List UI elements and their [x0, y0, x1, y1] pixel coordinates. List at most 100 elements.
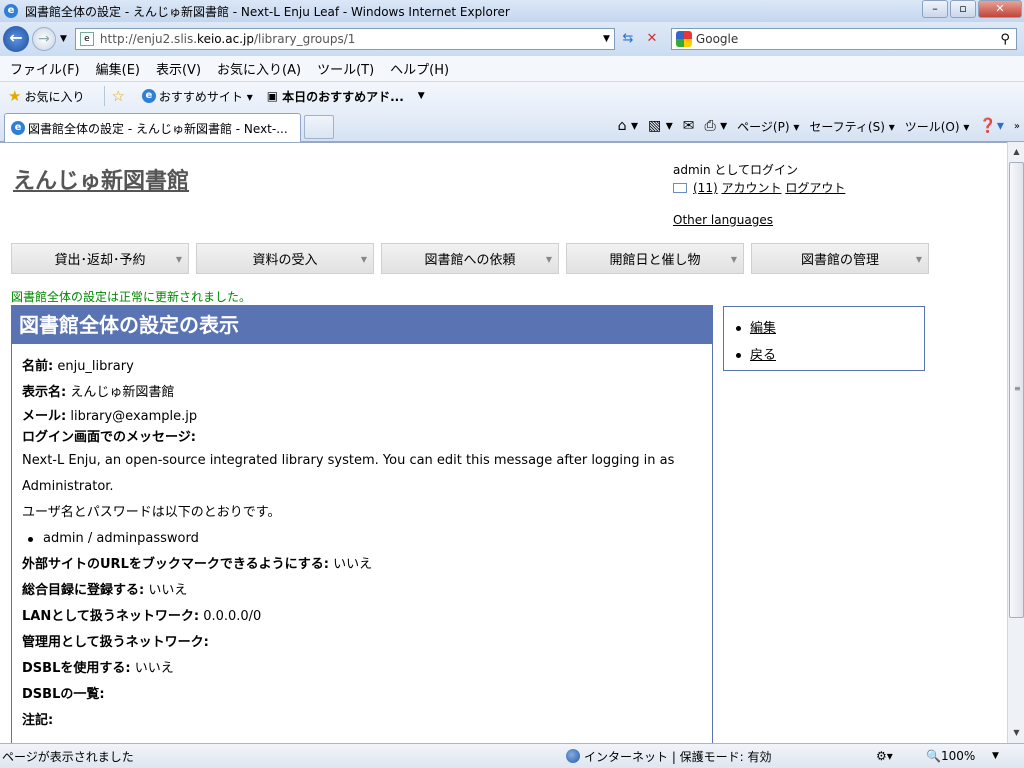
field-dsbl: DSBLを使用する: いいえ — [22, 656, 702, 682]
protected-mode-icon[interactable]: ⚙▾ — [876, 749, 893, 763]
dsbl-value: いいえ — [134, 661, 174, 676]
help-icon[interactable]: ❓▾ — [979, 118, 1003, 134]
window-title-bar: e 図書館全体の設定 - えんじゅ新図書館 - Next-L Enju Leaf… — [0, 0, 1024, 22]
field-email: メール: library@example.jp — [22, 406, 702, 428]
new-tab-button[interactable] — [304, 115, 334, 139]
ie-icon: e — [141, 89, 156, 103]
zoom-dropdown-icon[interactable]: ▼ — [992, 751, 999, 761]
scroll-up-icon[interactable]: ▲ — [1009, 144, 1024, 160]
field-bookmark: 外部サイトのURLをブックマークできるようにする: いいえ — [22, 552, 702, 578]
status-bar: ページが表示されました インターネット | 保護モード: 有効 ⚙▾ 🔍100%… — [0, 743, 1024, 768]
nav-requests[interactable]: 図書館への依頼 ▼ — [381, 243, 559, 274]
sidebar-actions: 編集 戻る — [723, 306, 925, 371]
nav-events[interactable]: 開館日と催し物 ▼ — [566, 243, 744, 274]
login-message-line1: Next-L Enju, an open-source integrated l… — [22, 453, 675, 468]
command-bar: ⌂ ▾ ▧ ▾ ✉ ⎙ ▾ ページ(P) ▾ セーフティ(S) ▾ ツール(O)… — [608, 114, 1020, 138]
nav-circulation[interactable]: 貸出･返却･予約 ▼ — [11, 243, 189, 274]
page-menu[interactable]: ページ(P) ▾ — [737, 118, 799, 135]
vertical-scrollbar[interactable]: ▲ ≡ ▼ — [1007, 142, 1024, 743]
login-message-line3: ユーザ名とパスワードは以下のとおりです。 — [22, 505, 281, 520]
url-text[interactable]: http://enju2.slis.keio.ac.jp/library_gro… — [100, 32, 355, 46]
dsbl-list-label: DSBLの一覧: — [22, 687, 105, 702]
maximize-button[interactable]: ▫ — [950, 0, 976, 18]
address-bar[interactable]: e http://enju2.slis.keio.ac.jp/library_g… — [74, 28, 615, 50]
google-icon — [675, 31, 692, 47]
chevron-right-icon[interactable]: » — [1014, 121, 1020, 132]
note-label: 注記: — [22, 713, 54, 728]
chevron-down-icon: ▼ — [360, 255, 367, 264]
chevron-down-icon: ▼ — [175, 255, 182, 264]
back-button[interactable]: ← — [3, 26, 29, 52]
edit-link[interactable]: 編集 — [750, 315, 776, 342]
login-status: admin としてログイン — [673, 163, 799, 177]
messages-link[interactable]: (11) — [693, 181, 718, 195]
field-login-message-label: ログイン画面でのメッセージ: — [22, 428, 702, 448]
menu-tools[interactable]: ツール(T) — [317, 59, 374, 78]
login-box: admin としてログイン (11) アカウント ログアウト — [673, 161, 845, 197]
tools-menu[interactable]: ツール(O) ▾ — [905, 118, 970, 135]
other-languages-link[interactable]: Other languages — [673, 213, 773, 227]
logout-link[interactable]: ログアウト — [785, 181, 845, 195]
zoom-level[interactable]: 🔍100% — [926, 749, 975, 763]
site-title-link[interactable]: えんじゅ新図書館 — [13, 163, 189, 195]
menu-edit[interactable]: 編集(E) — [96, 59, 140, 78]
search-icon[interactable]: ⚲ — [1000, 32, 1010, 47]
display-name-label: 表示名: — [22, 385, 67, 400]
menu-help[interactable]: ヘルプ(H) — [390, 59, 449, 78]
globe-icon — [566, 749, 580, 763]
bookmark-value: いいえ — [333, 557, 373, 572]
back-link[interactable]: 戻る — [750, 342, 776, 369]
favorites-button[interactable]: ★ お気に入り — [8, 87, 84, 105]
tab-current[interactable]: e 図書館全体の設定 - えんじゅ新図書館 - Next-... — [4, 113, 301, 142]
page-heading: 図書館全体の設定の表示 — [12, 306, 712, 344]
sidebar-item-edit: 編集 — [736, 315, 924, 342]
envelope-icon — [673, 183, 687, 193]
status-message: ページが表示されました — [2, 749, 134, 764]
history-dropdown-icon[interactable]: ▼ — [60, 34, 67, 44]
menu-favorites[interactable]: お気に入り(A) — [217, 59, 301, 78]
union-catalog-label: 総合目録に登録する: — [22, 583, 145, 598]
main-navigation: 貸出･返却･予約 ▼ 資料の受入 ▼ 図書館への依頼 ▼ 開館日と催し物 ▼ 図書館の管… — [11, 243, 936, 274]
menu-file[interactable]: ファイル(F) — [10, 59, 80, 78]
scroll-thumb[interactable]: ≡ — [1009, 162, 1024, 618]
zoom-value: 100% — [940, 749, 976, 763]
safety-menu[interactable]: セーフティ(S) ▾ — [809, 118, 894, 135]
scroll-down-icon[interactable]: ▼ — [1009, 725, 1024, 741]
account-link[interactable]: アカウント — [721, 181, 781, 195]
field-admin-network: 管理用として扱うネットワーク: — [22, 630, 702, 656]
minimize-button[interactable]: – — [922, 0, 948, 18]
security-zone[interactable]: インターネット | 保護モード: 有効 — [566, 748, 772, 765]
page-icon: e — [79, 32, 94, 46]
field-name: 名前: enju_library — [22, 354, 702, 380]
nav-requests-label: 図書館への依頼 — [424, 253, 516, 268]
search-box[interactable]: Google ⚲ — [670, 28, 1017, 50]
print-icon[interactable]: ⎙ ▾ — [704, 118, 727, 134]
display-name-value: えんじゅ新図書館 — [70, 385, 175, 400]
zone-text: インターネット | 保護モード: 有効 — [584, 749, 772, 764]
tab-ie-icon: e — [11, 121, 25, 135]
add-favorites-button[interactable]: ☆ — [111, 87, 127, 105]
menu-bar: ファイル(F) 編集(E) 表示(V) お気に入り(A) ツール(T) ヘルプ(… — [0, 56, 1024, 82]
content-panel: 図書館全体の設定の表示 名前: enju_library 表示名: えんじゅ新図… — [11, 305, 713, 743]
email-value: library@example.jp — [70, 409, 198, 424]
union-catalog-value: いいえ — [148, 583, 188, 598]
mail-icon[interactable]: ✉ — [683, 118, 695, 134]
field-dsbl-list: DSBLの一覧: — [22, 682, 702, 708]
web-slice-gallery[interactable]: ▣ 本日のおすすめアド... ▼ — [267, 88, 425, 105]
nav-acquisition[interactable]: 資料の受入 ▼ — [196, 243, 374, 274]
feeds-icon[interactable]: ▧ ▾ — [648, 118, 673, 134]
window-title: 図書館全体の設定 - えんじゅ新図書館 - Next-L Enju Leaf -… — [25, 4, 510, 19]
menu-view[interactable]: 表示(V) — [156, 59, 201, 78]
page-content: えんじゅ新図書館 admin としてログイン (11) アカウント ログアウト … — [0, 142, 1007, 743]
close-window-button[interactable]: ✕ — [978, 0, 1022, 18]
stop-icon[interactable]: ✕ — [641, 28, 663, 50]
nav-admin[interactable]: 図書館の管理 ▼ — [751, 243, 929, 274]
home-icon[interactable]: ⌂ ▾ — [618, 118, 638, 134]
chevron-down-icon[interactable]: ▼ — [418, 91, 425, 101]
refresh-icon[interactable]: ⇆ — [617, 28, 639, 50]
email-label: メール: — [22, 409, 67, 424]
nav-acquisition-label: 資料の受入 — [252, 253, 318, 268]
suggested-sites[interactable]: e おすすめサイト ▾ — [141, 88, 253, 105]
address-dropdown-icon[interactable]: ▼ — [603, 34, 610, 44]
forward-button[interactable]: → — [32, 27, 56, 51]
